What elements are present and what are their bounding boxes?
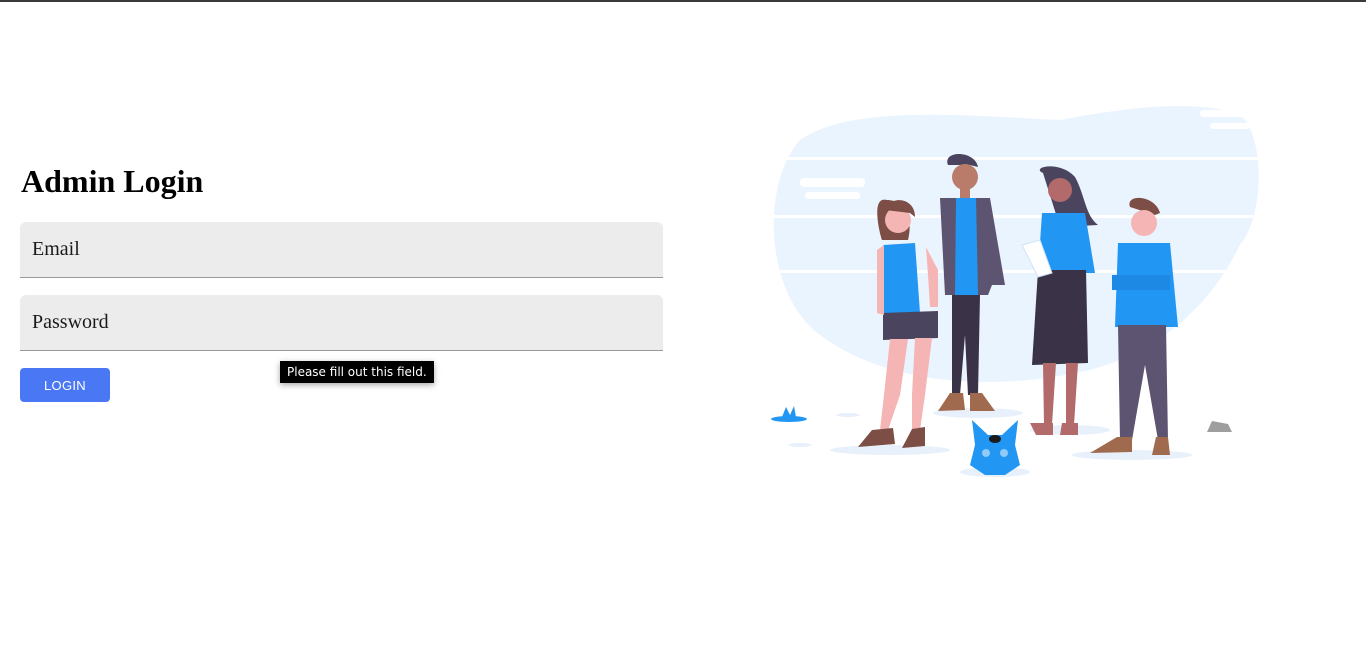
password-field[interactable] bbox=[20, 295, 663, 351]
login-form: Admin Login LOGIN bbox=[20, 160, 663, 402]
top-border bbox=[0, 0, 1366, 2]
login-button[interactable]: LOGIN bbox=[20, 368, 110, 402]
email-field[interactable] bbox=[20, 222, 663, 278]
page-title: Admin Login bbox=[21, 163, 204, 199]
validation-tooltip: Please fill out this field. bbox=[280, 361, 434, 383]
illustration-backdrop bbox=[773, 105, 1259, 383]
team-people-illustration bbox=[770, 105, 1260, 477]
